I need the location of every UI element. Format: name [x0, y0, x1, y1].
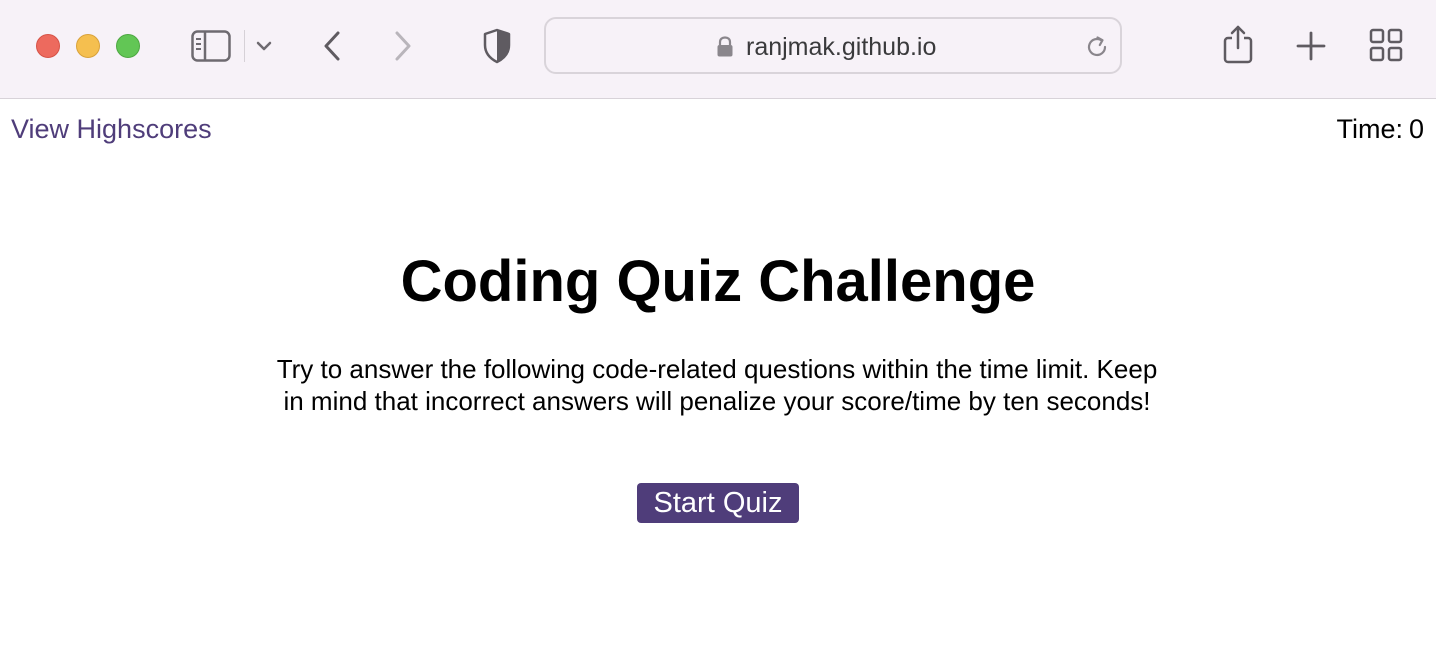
start-quiz-button[interactable]: Start Quiz	[637, 483, 799, 523]
page-content: View Highscores Time: 0 Coding Quiz Chall…	[0, 100, 1436, 652]
browser-toolbar: ranjmak.github.io	[0, 0, 1436, 99]
new-tab-icon[interactable]	[1295, 30, 1327, 62]
url-text: ranjmak.github.io	[746, 33, 937, 61]
forward-icon[interactable]	[392, 30, 414, 62]
timer-label: Time:	[1336, 114, 1403, 144]
privacy-shield-icon[interactable]	[482, 28, 512, 64]
timer-value: 0	[1408, 114, 1424, 144]
page-title: Coding Quiz Challenge	[400, 249, 1036, 314]
address-bar[interactable]: ranjmak.github.io	[544, 17, 1122, 74]
toolbar-divider	[244, 30, 245, 62]
close-window-button[interactable]	[36, 34, 60, 58]
share-icon[interactable]	[1222, 24, 1254, 64]
lock-icon	[716, 36, 734, 63]
reload-icon[interactable]	[1084, 34, 1110, 65]
view-highscores-link[interactable]: View Highscores	[11, 114, 212, 145]
sidebar-icon[interactable]	[191, 30, 231, 62]
minimize-window-button[interactable]	[76, 34, 100, 58]
back-icon[interactable]	[321, 30, 343, 62]
quiz-instructions: Try to answer the following code-related…	[276, 354, 1158, 416]
tab-overview-icon[interactable]	[1369, 28, 1403, 62]
maximize-window-button[interactable]	[116, 34, 140, 58]
timer: Time: 0	[1336, 114, 1424, 145]
chevron-down-icon[interactable]	[256, 40, 272, 52]
